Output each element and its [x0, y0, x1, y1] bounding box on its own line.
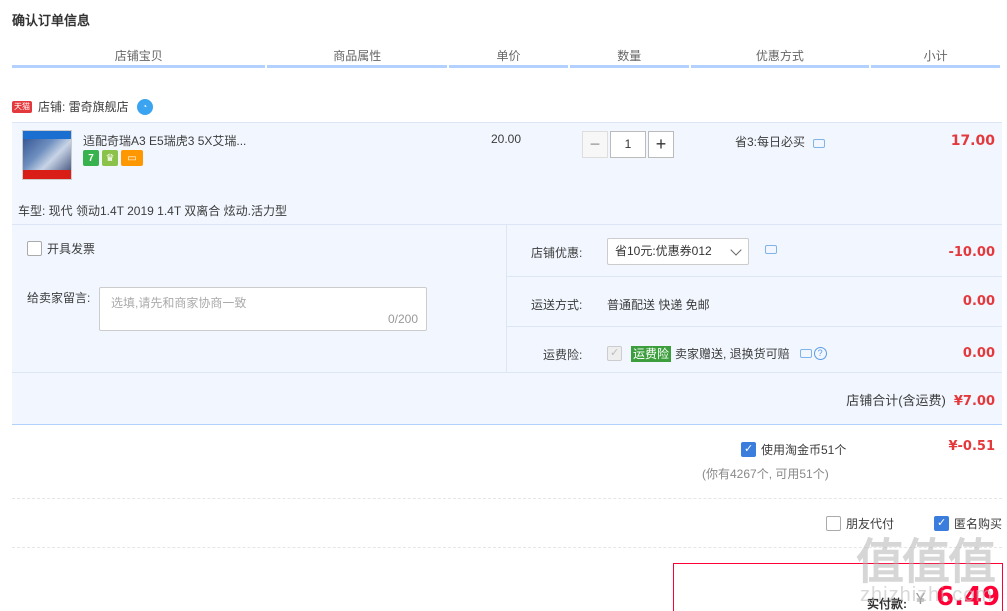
shop-total: 店铺合计(含运费) ¥7.00	[846, 390, 995, 409]
shop-row: 天猫 店铺: 雷奇旗舰店 ◔	[12, 98, 153, 115]
qty-minus-button[interactable]: −	[582, 131, 608, 158]
guarantee-icon[interactable]: ♛	[102, 150, 118, 166]
insurance-text: 卖家赠送, 退换货可赔	[675, 347, 790, 361]
shop-coupon-select[interactable]: 省10元:优惠券012	[607, 238, 749, 265]
qty-plus-button[interactable]: +	[648, 131, 674, 158]
shop-coupon-value: 省10元:优惠券012	[615, 244, 712, 258]
divider	[507, 326, 1002, 327]
comment-icon[interactable]	[813, 139, 826, 148]
col-header-qty: 数量	[569, 46, 689, 68]
thumbnail-footer	[23, 170, 71, 179]
product-thumbnail[interactable]	[22, 130, 72, 180]
product-attribute: 车型: 现代 领动1.4T 2019 1.4T 双离合 炫动.活力型	[18, 204, 287, 218]
order-section	[12, 122, 1002, 424]
invoice-label: 开具发票	[47, 242, 96, 256]
insurance-option: 运费险 卖家赠送, 退换货可赔 ?	[607, 345, 827, 362]
friend-pay-checkbox[interactable]	[826, 516, 841, 531]
shop-coupon-amount: -10.00	[948, 245, 995, 260]
help-icon[interactable]: ?	[813, 347, 827, 360]
divider	[12, 122, 1002, 123]
shipping-value: 普通配送 快递 免邮	[607, 298, 710, 312]
insurance-badge: 运费险	[631, 345, 672, 362]
shop-total-label: 店铺合计(含运费)	[846, 393, 946, 408]
page-title: 确认订单信息	[12, 13, 91, 28]
comment-icon[interactable]	[765, 245, 777, 254]
insurance-checkbox	[607, 346, 622, 361]
col-header-promo: 优惠方式	[690, 46, 870, 68]
thumbnail-banner	[23, 131, 71, 139]
unit-price: 20.00	[491, 132, 522, 146]
message-counter: 0/200	[387, 312, 418, 326]
qty-input[interactable]: 1	[610, 131, 646, 158]
promo-text: 省3:每日必买	[735, 135, 806, 149]
watermark-logo: 值值值	[856, 536, 996, 589]
product-name-link[interactable]: 适配奇瑞A3 E5瑞虎3 5X艾瑞...	[83, 132, 246, 149]
seven-day-return-icon[interactable]: 7	[83, 150, 99, 166]
divider	[12, 547, 1002, 548]
col-header-subtotal: 小计	[871, 46, 1000, 68]
divider	[12, 372, 1002, 373]
shipping-label: 运送方式:	[531, 298, 583, 312]
shop-total-amount: ¥7.00	[953, 394, 995, 409]
insurance-amount: 0.00	[962, 346, 995, 361]
shipping-amount: 0.00	[962, 294, 995, 309]
coins-checkbox[interactable]	[741, 442, 756, 457]
quantity-stepper: − 1 +	[582, 131, 674, 158]
col-header-item: 店铺宝贝	[12, 46, 266, 68]
message-input[interactable]: 选填,请先和商家协商一致 0/200	[99, 287, 427, 331]
coins-label: 使用淘金币51个	[761, 443, 847, 457]
service-badges: 7 ♛ ▭	[83, 150, 143, 166]
message-placeholder: 选填,请先和商家协商一致	[111, 296, 247, 310]
insurance-label: 运费险:	[543, 348, 583, 362]
tmall-badge-icon: 天猫	[12, 100, 32, 113]
wangwang-icon[interactable]: ◔	[136, 98, 153, 115]
card-icon[interactable]: ▭	[121, 150, 143, 166]
shop-name[interactable]: 店铺: 雷奇旗舰店	[38, 98, 129, 115]
coins-option[interactable]: 使用淘金币51个	[741, 441, 846, 458]
divider	[12, 498, 1002, 499]
divider	[12, 224, 1002, 225]
watermark-url: zhizhizhi.com	[860, 584, 994, 606]
promo-info: 省3:每日必买	[735, 133, 826, 150]
chevron-down-icon	[730, 244, 742, 256]
invoice-checkbox[interactable]	[27, 241, 42, 256]
coins-note: (你有4267个, 可用51个)	[702, 467, 829, 481]
divider	[12, 424, 1002, 425]
divider	[507, 276, 1002, 277]
invoice-option[interactable]: 开具发票	[27, 240, 95, 257]
col-header-attr: 商品属性	[267, 46, 448, 68]
shop-coupon-label: 店铺优惠:	[531, 246, 583, 260]
message-label: 给卖家留言:	[27, 291, 91, 305]
divider	[506, 225, 507, 372]
item-subtotal: 17.00	[950, 133, 995, 149]
column-header: 店铺宝贝 商品属性 单价 数量 优惠方式 小计	[12, 46, 1002, 68]
coins-amount: ¥-0.51	[948, 439, 995, 454]
col-header-price: 单价	[449, 46, 568, 68]
comment-icon[interactable]	[799, 349, 812, 358]
